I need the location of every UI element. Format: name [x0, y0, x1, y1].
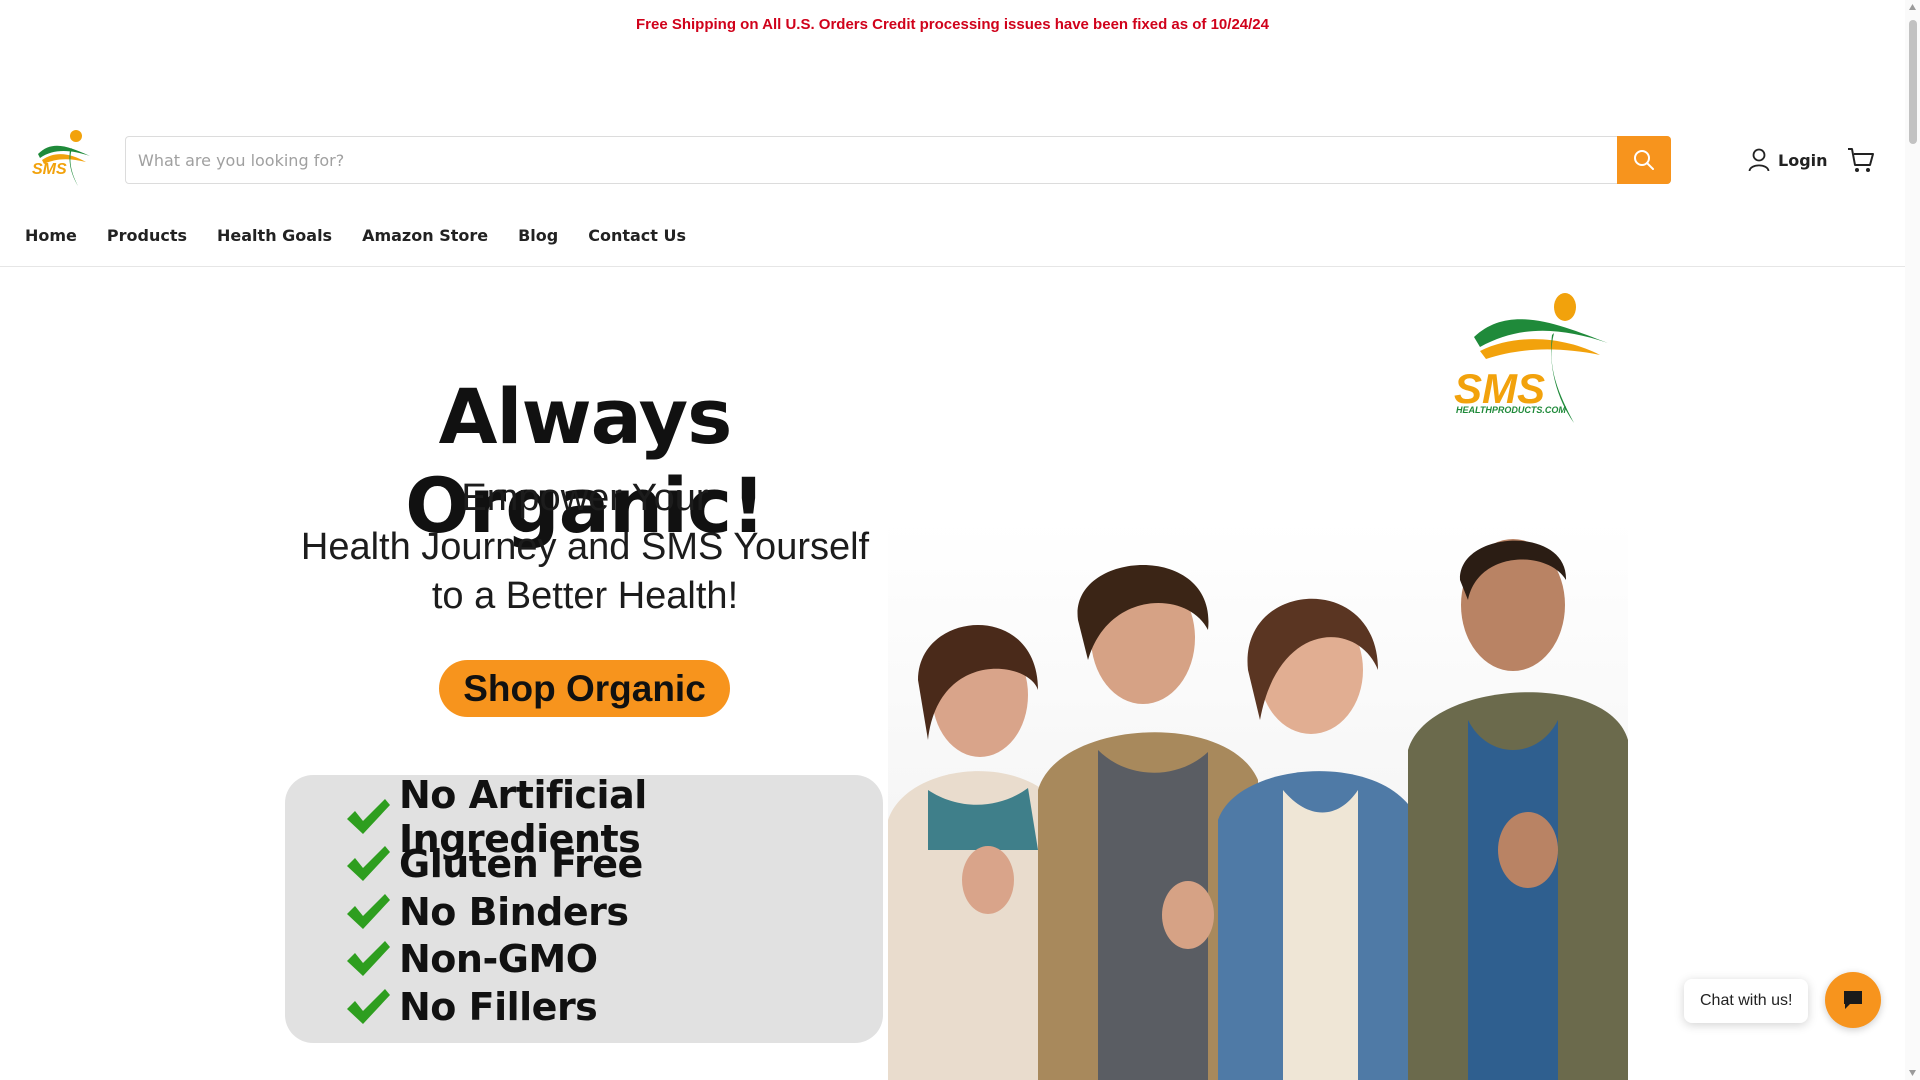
checkmark-icon	[347, 798, 390, 834]
announcement-text: Free Shipping on All U.S. Orders Credit …	[636, 15, 1269, 33]
search-input[interactable]	[126, 137, 1617, 183]
scroll-down-icon[interactable]	[1908, 1069, 1917, 1077]
chat-prompt[interactable]: Chat with us!	[1684, 979, 1809, 1023]
user-icon	[1748, 148, 1770, 172]
hero-brand-logo: SMS HEALTHPRODUCTS.COM	[1450, 285, 1625, 430]
feature-item: No Fillers	[345, 983, 883, 1031]
page-scrollbar[interactable]	[1905, 0, 1920, 1080]
sms-logo-icon: SMS	[32, 130, 90, 186]
login-label: Login	[1778, 150, 1828, 170]
nav-divider	[0, 266, 1905, 267]
feature-item: Non-GMO	[345, 936, 883, 984]
logo-text: SMS	[32, 161, 67, 178]
feature-label: No Fillers	[399, 984, 598, 1029]
search-bar	[125, 136, 1671, 184]
hero-group-photo	[888, 520, 1628, 1080]
site-logo[interactable]: SMS	[28, 128, 98, 190]
nav-item-home[interactable]: Home	[25, 222, 77, 252]
nav-item-amazon-store[interactable]: Amazon Store	[362, 222, 488, 252]
hero-subtitle-line: Empower Your	[461, 477, 709, 519]
page: Free Shipping on All U.S. Orders Credit …	[0, 0, 1920, 1080]
checkmark-icon	[347, 941, 390, 977]
chat-prompt-label: Chat with us!	[1700, 992, 1793, 1009]
nav-item-blog[interactable]: Blog	[518, 222, 558, 252]
scrollbar-thumb[interactable]	[1909, 20, 1917, 144]
search-button[interactable]	[1617, 136, 1671, 184]
announcement-bar: Free Shipping on All U.S. Orders Credit …	[0, 0, 1905, 48]
feature-item: No Binders	[345, 888, 883, 936]
feature-label: Gluten Free	[399, 842, 643, 887]
feature-label: Non-GMO	[399, 937, 598, 982]
sms-brand-logo-icon: SMS HEALTHPRODUCTS.COM	[1454, 293, 1608, 423]
features-panel: No Artificial Ingredients Gluten Free No…	[285, 773, 883, 1043]
checkmark-icon	[347, 988, 390, 1024]
cart-button[interactable]	[1846, 145, 1876, 175]
nav-item-contact-us[interactable]: Contact Us	[588, 222, 686, 252]
chat-button[interactable]	[1825, 972, 1881, 1028]
nav-item-health-goals[interactable]: Health Goals	[217, 222, 332, 252]
chat-icon	[1844, 991, 1862, 1009]
login-link[interactable]: Login	[1748, 146, 1828, 174]
group-photo-image	[888, 520, 1628, 1080]
shop-organic-button[interactable]: Shop Organic	[439, 660, 730, 717]
feature-item: No Artificial Ingredients	[345, 773, 883, 861]
checkmark-icon	[347, 846, 390, 882]
main-nav: Home Products Health Goals Amazon Store …	[25, 222, 716, 252]
cart-icon	[1848, 148, 1874, 172]
scroll-up-icon[interactable]	[1908, 3, 1917, 11]
nav-item-products[interactable]: Products	[107, 222, 187, 252]
checkmark-icon	[347, 893, 390, 929]
hero-subtitle-line: Health Journey and SMS Yourself	[300, 526, 870, 568]
feature-label: No Binders	[399, 889, 629, 934]
hero-subtitle-line: to a Better Health!	[431, 575, 739, 617]
brand-logo-subtext: HEALTHPRODUCTS.COM	[1456, 405, 1566, 415]
search-icon	[1634, 150, 1654, 170]
hero-subtitle: Empower Your Health Journey and SMS Your…	[270, 474, 900, 621]
